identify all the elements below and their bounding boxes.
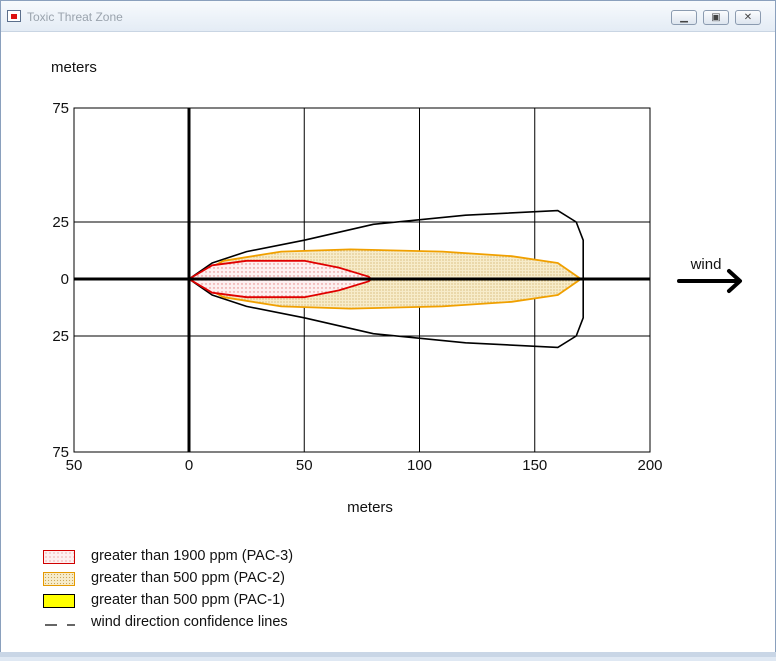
y-tick-label: 75 bbox=[52, 100, 69, 117]
pac3-swatch bbox=[43, 550, 75, 564]
x-tick-label: 50 bbox=[296, 457, 313, 474]
maximize-button[interactable]: ▣ bbox=[703, 10, 729, 25]
y-axis-label: meters bbox=[51, 59, 97, 76]
legend-label: greater than 1900 ppm (PAC-3) bbox=[91, 548, 294, 564]
legend-label: greater than 500 ppm (PAC-2) bbox=[91, 570, 285, 586]
x-tick-label: 150 bbox=[522, 457, 547, 474]
toxic-threat-zone-window: Toxic Threat Zone ▁ ▣ ✕ 50 0 50 100 150 200 75… bbox=[0, 0, 776, 657]
pac1-swatch bbox=[43, 594, 75, 608]
x-tick-label: 200 bbox=[637, 457, 662, 474]
window-bottom-border bbox=[0, 652, 776, 657]
y-tick-label: 0 bbox=[61, 271, 69, 288]
legend-item-confidence: wind direction confidence lines bbox=[41, 614, 441, 632]
minimize-button[interactable]: ▁ bbox=[671, 10, 697, 25]
close-button[interactable]: ✕ bbox=[735, 10, 761, 25]
legend-label: greater than 500 ppm (PAC-1) bbox=[91, 592, 285, 608]
wind-label: wind bbox=[690, 256, 722, 273]
app-icon bbox=[7, 10, 21, 22]
y-tick-label: 75 bbox=[52, 444, 69, 461]
y-tick-label: 25 bbox=[52, 328, 69, 345]
legend-item-pac2: greater than 500 ppm (PAC-2) bbox=[41, 570, 441, 588]
legend-item-pac3: greater than 1900 ppm (PAC-3) bbox=[41, 548, 441, 566]
pac2-swatch bbox=[43, 572, 75, 586]
x-tick-label: 100 bbox=[407, 457, 432, 474]
y-tick-label: 25 bbox=[52, 214, 69, 231]
dashed-line-swatch bbox=[45, 624, 75, 626]
x-tick-label: 0 bbox=[185, 457, 193, 474]
title-bar[interactable]: Toxic Threat Zone ▁ ▣ ✕ bbox=[1, 1, 775, 32]
legend-label: wind direction confidence lines bbox=[91, 614, 288, 630]
x-axis-label: meters bbox=[347, 499, 393, 516]
legend-item-pac1: greater than 500 ppm (PAC-1) bbox=[41, 592, 441, 610]
window-title: Toxic Threat Zone bbox=[27, 10, 123, 24]
